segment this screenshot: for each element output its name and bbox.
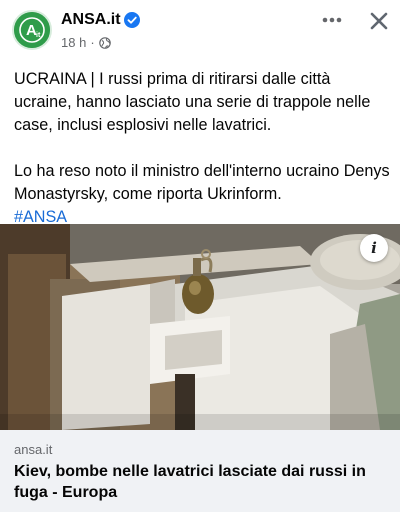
link-title[interactable]: Kiev, bombe nelle lavatrici lasciate dai… <box>14 461 394 503</box>
post-text: UCRAINA | I russi prima di ritirarsi dal… <box>14 68 392 229</box>
post-header: A it ANSA.it 18 h · <box>0 0 400 62</box>
meta-separator: · <box>90 35 95 50</box>
info-button[interactable]: i <box>360 234 388 262</box>
link-preview-card[interactable]: ansa.it Kiev, bombe nelle lavatrici lasc… <box>0 430 400 512</box>
post-paragraph-1: UCRAINA | I russi prima di ritirarsi dal… <box>14 70 371 134</box>
globe-icon <box>98 36 111 49</box>
ansa-logo: A it <box>14 12 50 48</box>
verified-badge-icon <box>124 12 140 28</box>
washing-machine-photo <box>0 224 400 430</box>
page-avatar[interactable]: A it <box>12 10 52 50</box>
page-name[interactable]: ANSA.it <box>61 11 121 29</box>
more-options-icon[interactable] <box>318 10 346 30</box>
post-meta: 18 h · <box>61 35 111 50</box>
link-domain: ansa.it <box>14 442 53 457</box>
close-icon[interactable] <box>366 8 392 34</box>
post-image[interactable] <box>0 224 400 430</box>
svg-text:it: it <box>36 32 41 39</box>
post-paragraph-2: Lo ha reso noto il ministro dell'interno… <box>14 162 390 203</box>
post-time[interactable]: 18 h <box>61 35 86 50</box>
